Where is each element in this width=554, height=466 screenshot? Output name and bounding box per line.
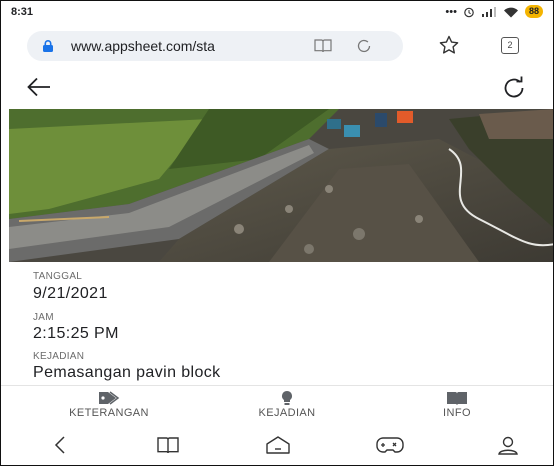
kejadian-label: KEJADIAN: [33, 351, 85, 362]
nav-info[interactable]: INFO: [387, 390, 527, 419]
nav-keterangan-label: KETERANGAN: [69, 407, 149, 419]
app-header: [1, 65, 553, 109]
nav-kejadian[interactable]: KEJADIAN: [217, 390, 357, 419]
lock-icon: [43, 40, 53, 52]
reload-page-icon[interactable]: [355, 37, 373, 55]
nav-keterangan[interactable]: KETERANGAN: [39, 390, 179, 419]
home-icon[interactable]: [265, 435, 291, 455]
alarm-icon: [464, 7, 474, 17]
game-controller-icon[interactable]: [375, 435, 405, 455]
jam-label: JAM: [33, 312, 54, 323]
event-photo[interactable]: [9, 109, 554, 262]
status-icons: ••• 88: [445, 5, 543, 18]
battery-indicator: 88: [524, 5, 543, 18]
browser-toolbar: www.appsheet.com/sta 2: [1, 25, 553, 65]
tab-count-button[interactable]: 2: [501, 37, 519, 54]
book-icon: [447, 392, 467, 405]
refresh-icon[interactable]: [501, 75, 527, 101]
tag-icon: [99, 391, 120, 405]
profile-icon[interactable]: [497, 435, 519, 455]
phone-screen: 8:31 ••• 88 www.appsheet.com/sta 2 TANGG…: [0, 0, 554, 466]
nav-kejadian-label: KEJADIAN: [258, 407, 316, 419]
wifi-icon: [503, 7, 518, 18]
tanggal-label: TANGGAL: [33, 271, 83, 282]
tanggal-value: 9/21/2021: [33, 285, 108, 302]
more-dots-icon: •••: [445, 5, 457, 18]
bookmark-star-icon[interactable]: [438, 34, 460, 56]
status-bar: 8:31 ••• 88: [1, 1, 553, 25]
reader-mode-icon[interactable]: [313, 37, 333, 55]
chevron-left-icon[interactable]: [53, 435, 67, 455]
bottom-navigation: KETERANGAN KEJADIAN INFO: [1, 385, 553, 426]
url-text[interactable]: www.appsheet.com/sta: [71, 38, 247, 54]
address-bar[interactable]: www.appsheet.com/sta: [27, 31, 403, 61]
bookmarks-book-icon[interactable]: [156, 435, 180, 455]
lightbulb-icon: [282, 391, 292, 405]
back-arrow-icon[interactable]: [25, 75, 53, 99]
jam-value: 2:15:25 PM: [33, 325, 119, 342]
status-time: 8:31: [11, 6, 34, 18]
browser-bottom-bar: [1, 425, 553, 465]
kejadian-value: Pemasangan pavin block: [33, 364, 221, 381]
signal-icon: [481, 6, 496, 17]
nav-info-label: INFO: [443, 407, 471, 419]
